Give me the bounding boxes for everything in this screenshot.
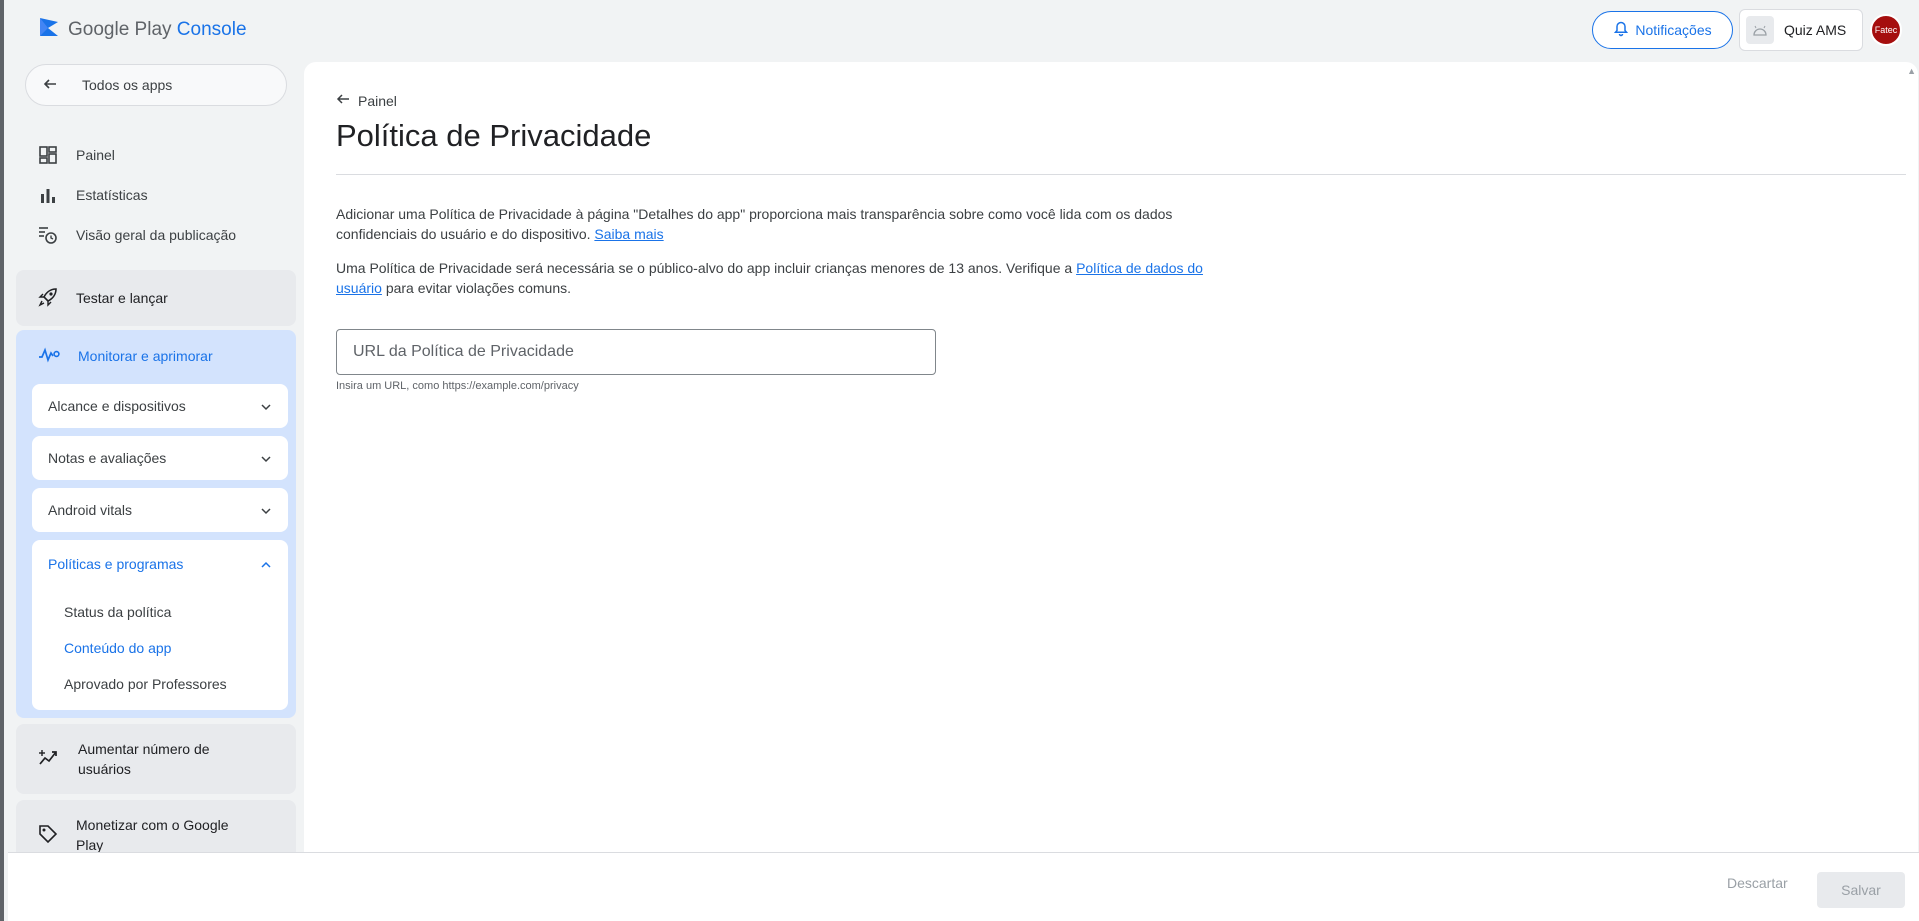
sidebar-item-alcance[interactable]: Alcance e dispositivos <box>32 384 288 428</box>
arrow-back-icon <box>42 76 58 95</box>
breadcrumb-back[interactable]: Painel <box>336 92 397 109</box>
sidebar-item-label: Políticas e programas <box>48 556 184 572</box>
privacy-policy-url-input[interactable] <box>336 329 936 375</box>
breadcrumb-label: Painel <box>358 92 397 109</box>
section-header: Aumentar número de usuários <box>16 724 296 794</box>
sidebar-item-label: Aumentar número de usuários <box>78 741 210 777</box>
top-header: Google Play Console Notificações Quiz AM… <box>8 0 1919 62</box>
url-helper-text: Insira um URL, como https://example.com/… <box>336 380 579 392</box>
sidebar-item-label: Visão geral da publicação <box>76 227 237 243</box>
main-content: ▲ Painel Política de Privacidade Adicion… <box>304 62 1918 852</box>
paragraph-text: Uma Política de Privacidade será necessá… <box>336 260 1073 276</box>
app-name: Quiz AMS <box>1784 22 1847 38</box>
publishing-overview-icon <box>38 225 58 245</box>
learn-more-link[interactable]: Saiba mais <box>594 226 663 242</box>
sidebar-item-android-vitals[interactable]: Android vitals <box>32 488 288 532</box>
sidebar-item-conteudo-app[interactable]: Conteúdo do app <box>64 640 171 656</box>
chevron-down-icon <box>260 450 272 466</box>
play-logo-icon <box>38 16 60 43</box>
sidebar-group-politicas: Políticas e programas Status da política… <box>32 540 288 710</box>
logo-text-console: Console <box>176 18 247 40</box>
monitor-pulse-icon <box>38 347 60 366</box>
notifications-button[interactable]: Notificações <box>1592 11 1733 49</box>
all-apps-button[interactable]: Todos os apps <box>25 64 287 106</box>
app-frame: Google Play Console Notificações Quiz AM… <box>0 0 1919 921</box>
section-header: Monetizar com o Google Play <box>16 800 296 852</box>
arrow-back-icon <box>336 92 350 109</box>
footer-bar: Descartar Salvar <box>8 852 1919 921</box>
sidebar-item-politicas[interactable]: Políticas e programas <box>32 540 288 588</box>
avatar[interactable]: Fatec <box>1870 14 1902 46</box>
sidebar-item-label: Notas e avaliações <box>48 450 167 466</box>
bar-chart-icon <box>38 185 58 205</box>
sidebar-item-painel[interactable]: Painel <box>38 145 115 165</box>
sidebar-item-label: Alcance e dispositivos <box>48 398 186 414</box>
sidebar-item-label: Monitorar e aprimorar <box>78 348 213 364</box>
divider <box>336 174 1906 175</box>
sidebar-item-label: Android vitals <box>48 502 133 518</box>
notifications-label: Notificações <box>1635 22 1712 38</box>
sidebar-item-label: Monetizar com o Google Play <box>76 817 229 852</box>
paragraph-text: para evitar violações comuns. <box>385 280 572 296</box>
android-icon <box>1746 16 1774 44</box>
page-title: Política de Privacidade <box>336 118 652 153</box>
sidebar-item-label: Testar e lançar <box>76 290 168 306</box>
discard-button[interactable]: Descartar <box>1727 875 1788 891</box>
chevron-down-icon <box>260 502 272 518</box>
section-header: Testar e lançar <box>16 270 296 326</box>
sidebar-item-aprovado-professores[interactable]: Aprovado por Professores <box>64 676 227 692</box>
scroll-up-icon[interactable]: ▲ <box>1907 66 1916 76</box>
sidebar-item-label: Painel <box>76 147 115 163</box>
sidebar-item-notas[interactable]: Notas e avaliações <box>32 436 288 480</box>
grow-users-icon <box>38 748 60 771</box>
sidebar-section-grow[interactable]: Aumentar número de usuários <box>16 724 296 794</box>
bell-icon <box>1613 21 1629 40</box>
dashboard-icon <box>38 145 58 165</box>
description-paragraph-2: Uma Política de Privacidade será necessá… <box>336 258 1236 298</box>
section-header-monitor[interactable]: Monitorar e aprimorar <box>16 330 296 382</box>
sidebar-section-test-release[interactable]: Testar e lançar <box>16 270 296 326</box>
sidebar-item-label: Estatísticas <box>76 187 148 203</box>
sidebar-item-status-politica[interactable]: Status da política <box>64 604 171 620</box>
sidebar-item-estatisticas[interactable]: Estatísticas <box>38 185 148 205</box>
chevron-down-icon <box>260 398 272 414</box>
logo-text-google-play: Google Play <box>68 18 172 40</box>
all-apps-label: Todos os apps <box>82 77 173 93</box>
chevron-up-icon <box>260 556 272 572</box>
sidebar-section-monetize[interactable]: Monetizar com o Google Play <box>16 800 296 852</box>
google-play-console-logo[interactable]: Google Play Console <box>38 16 247 43</box>
sidebar-item-visao-geral[interactable]: Visão geral da publicação <box>38 225 236 245</box>
save-button[interactable]: Salvar <box>1817 872 1905 908</box>
sidebar: Todos os apps Painel Estatísticas Visão … <box>8 62 304 852</box>
tag-icon <box>38 824 58 847</box>
description-paragraph-1: Adicionar uma Política de Privacidade à … <box>336 204 1236 244</box>
logo-text: Google Play Console <box>68 19 247 41</box>
app-selector[interactable]: Quiz AMS <box>1739 9 1863 51</box>
paragraph-text: Adicionar uma Política de Privacidade à … <box>336 206 1173 242</box>
rocket-icon <box>38 287 58 310</box>
sidebar-section-monitor: Monitorar e aprimorar Alcance e disposit… <box>16 330 296 718</box>
